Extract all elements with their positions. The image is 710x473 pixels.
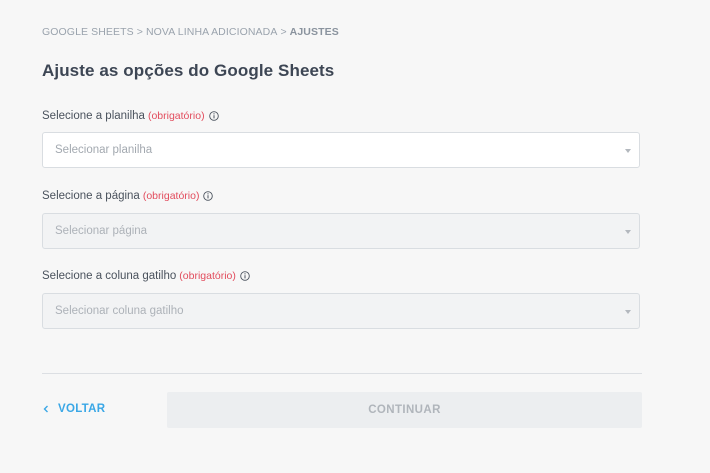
page-title: Ajuste as opções do Google Sheets <box>42 61 335 80</box>
breadcrumb-item-app[interactable]: GOOGLE SHEETS <box>42 26 134 38</box>
spreadsheet-select[interactable]: Selecionar planilha <box>42 132 640 168</box>
continue-button-label: CONTINUAR <box>368 404 441 416</box>
info-icon[interactable] <box>240 271 250 281</box>
chevron-down-icon <box>625 230 631 234</box>
chevron-down-icon <box>625 310 631 314</box>
info-icon[interactable] <box>203 191 214 201</box>
breadcrumb-item-trigger[interactable]: NOVA LINHA ADICIONADA <box>146 26 277 38</box>
required-marker: (obrigatório) <box>147 110 205 122</box>
spreadsheet-label-text: Selecione a planilha <box>42 110 145 122</box>
chevron-left-icon <box>43 405 48 413</box>
required-marker: (obrigatório) <box>179 270 236 282</box>
breadcrumb-separator: > <box>280 26 287 38</box>
required-marker: (obrigatório) <box>142 190 200 202</box>
divider <box>42 373 642 374</box>
breadcrumb-item-current: AJUSTES <box>289 26 339 38</box>
breadcrumb: GOOGLE SHEETS > NOVA LINHA ADICIONADA > AJUS… <box>42 26 339 38</box>
trigger-column-select[interactable]: Selecionar coluna gatilho <box>42 293 640 329</box>
page-select[interactable]: Selecionar página <box>42 213 640 249</box>
trigger-column-select-placeholder: Selecionar coluna gatilho <box>55 305 184 317</box>
page-field-label: Selecione a página (obrigatório) <box>42 190 214 202</box>
breadcrumb-separator: > <box>136 26 143 38</box>
page-select-placeholder: Selecionar página <box>55 225 148 237</box>
continue-button[interactable]: CONTINUAR <box>167 392 642 428</box>
spreadsheet-select-placeholder: Selecionar planilha <box>55 144 153 156</box>
chevron-down-icon <box>625 149 631 153</box>
trigger-column-label-text: Selecione a coluna gatilho <box>42 270 177 282</box>
trigger-column-field-label: Selecione a coluna gatilho (obrigatório) <box>42 270 250 282</box>
spreadsheet-field-label: Selecione a planilha (obrigatório) <box>42 110 219 122</box>
page-label-text: Selecione a página <box>42 190 140 202</box>
info-icon[interactable] <box>208 111 219 121</box>
back-button[interactable]: VOLTAR <box>42 400 105 418</box>
back-button-label: VOLTAR <box>58 403 106 415</box>
